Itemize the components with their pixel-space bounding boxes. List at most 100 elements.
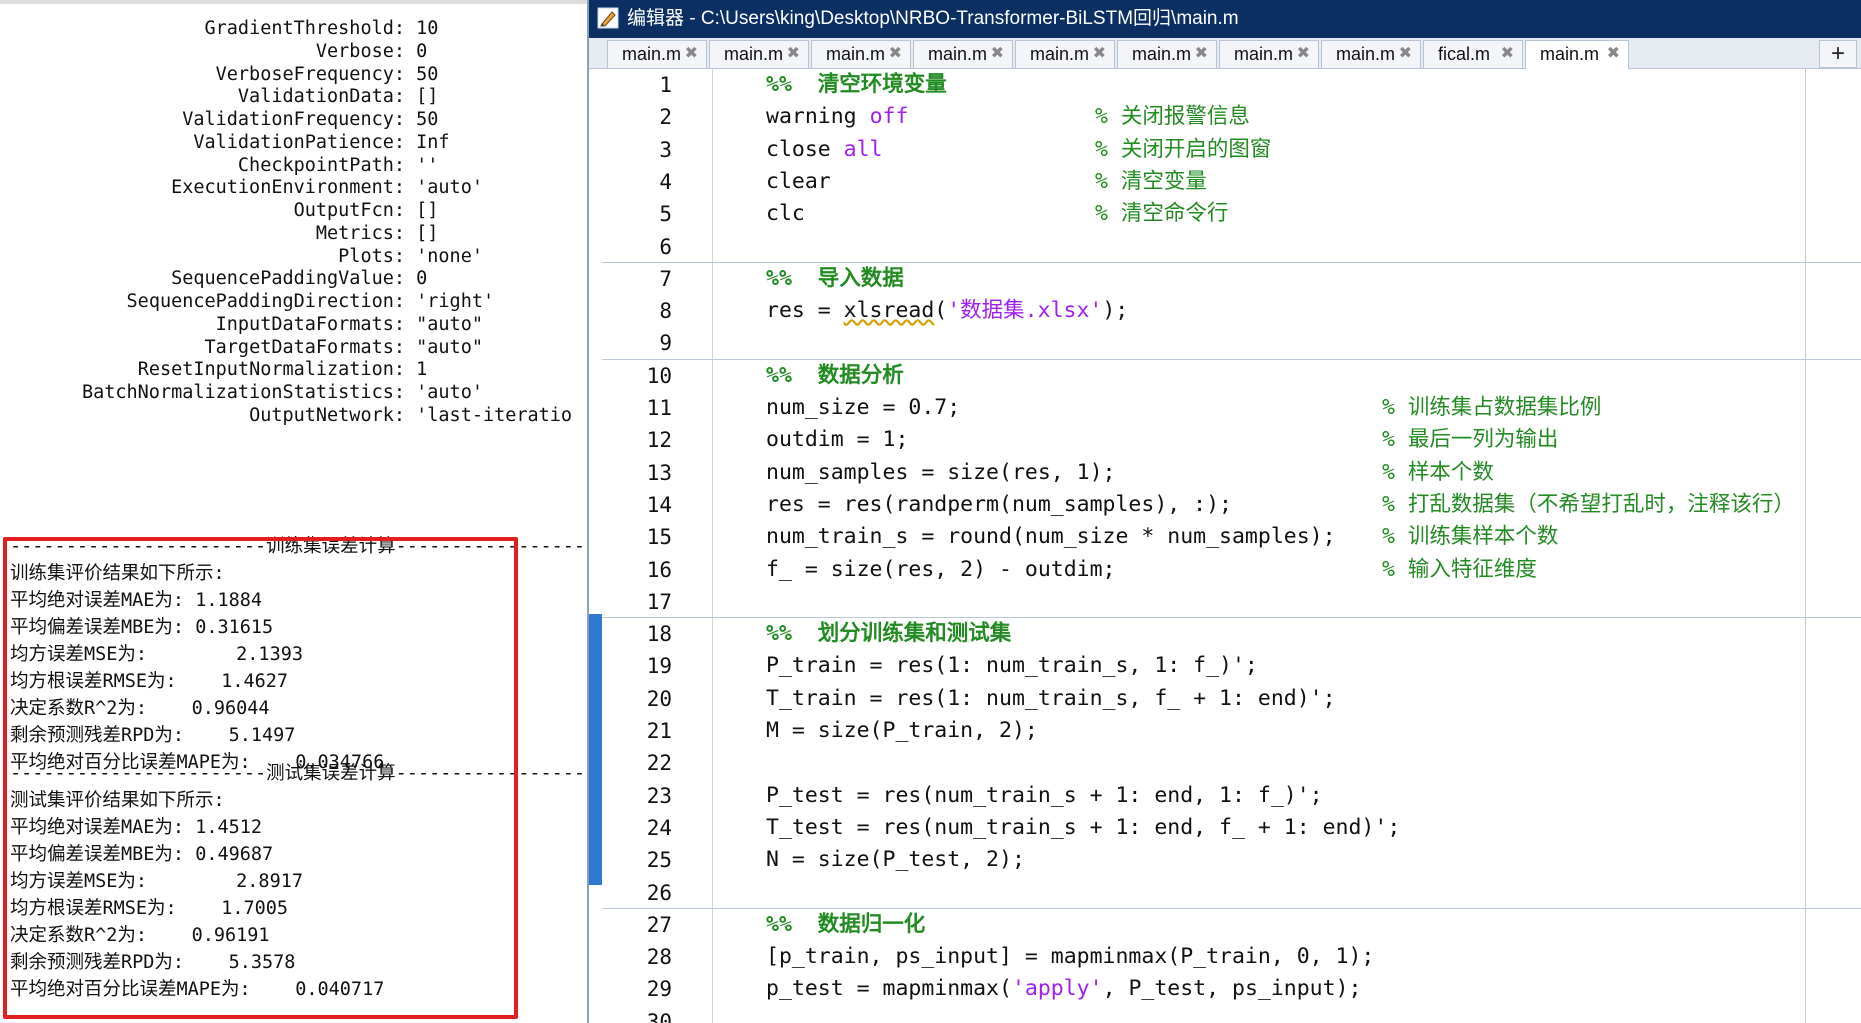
editor-tab[interactable]: main.m ✖ [1015,40,1115,68]
close-tab-icon[interactable]: ✖ [685,41,698,67]
results-highlight-box [3,537,518,1019]
editor-tab-label: main.m [1234,44,1294,64]
training-option-value: 50 [416,109,439,130]
code-text: res = xlsread('数据集.xlsx'); [766,298,1129,324]
editor-tab[interactable]: fical.m ✖ [1423,40,1523,68]
code-line[interactable]: 2 warning off % 关闭报警信息 [589,101,1861,134]
code-line[interactable]: 6 [589,231,1861,264]
editor-window[interactable]: 编辑器 - C:\Users\king\Desktop\NRBO-Transfo… [587,0,1861,1023]
close-tab-icon[interactable]: ✖ [991,41,1004,67]
editor-tab[interactable]: main.m ✖ [607,40,707,68]
new-tab-button[interactable]: + [1819,40,1857,68]
command-window[interactable]: GradientThreshold: 10 Verbose: 0 VerboseFr… [0,0,587,1023]
code-text: %% 导入数据 [766,265,904,291]
training-option-value: [] [416,222,439,244]
code-line[interactable]: 7 %% 导入数据 [589,263,1861,296]
editor-tab[interactable]: main.m ✖ [1117,40,1217,68]
code-line[interactable]: 17 [589,586,1861,619]
code-line[interactable]: 22 [589,747,1861,780]
line-number: 1 [659,73,672,97]
training-option-row: OutputNetwork: 'last-iteratio [0,402,572,429]
code-text: P_test = res(num_train_s + 1: end, 1: f_… [766,782,1323,808]
close-tab-icon[interactable]: ✖ [1297,41,1310,67]
code-line[interactable]: 5 clc % 清空命令行 [589,198,1861,231]
close-tab-icon[interactable]: ✖ [1399,41,1412,67]
line-number: 17 [646,589,672,614]
line-number: 6 [659,234,672,259]
line-number: 12 [646,428,672,453]
line-number: 23 [646,783,672,808]
code-comment: % 样本个数 [1382,459,1494,485]
editor-tab[interactable]: main.m ✖ [1525,40,1629,69]
line-number: 20 [646,686,672,711]
training-option-value: 'right' [416,291,495,312]
section-divider [602,358,1861,360]
code-line[interactable]: 15 num_train_s = round(num_size * num_sam… [589,521,1861,554]
editor-tab-label: main.m [1030,44,1090,64]
code-line[interactable]: 10 %% 数据分析 [589,360,1861,393]
training-option-value: 'none' [416,245,483,267]
close-tab-icon[interactable]: ✖ [1093,41,1106,67]
code-line[interactable]: 19 P_train = res(1: num_train_s, 1: f_)'; [589,650,1861,683]
line-number: 24 [646,815,672,840]
code-comment: % 关闭开启的图窗 [1095,136,1272,162]
code-line[interactable]: 30 [589,1006,1861,1023]
line-number: 28 [646,945,672,970]
code-line[interactable]: 24 T_test = res(num_train_s + 1: end, f_ … [589,812,1861,845]
editor-tab[interactable]: main.m ✖ [1321,40,1421,68]
code-text: P_train = res(1: num_train_s, 1: f_)'; [766,653,1258,679]
line-number: 8 [659,299,672,324]
code-line[interactable]: 29 p_test = mapminmax('apply', P_test, ps… [589,973,1861,1006]
code-text: clear [766,168,831,194]
code-comment: % 输入特征维度 [1382,556,1537,582]
close-tab-icon[interactable]: ✖ [1195,41,1208,67]
code-line[interactable]: 13 num_samples = size(res, 1); % 样本个数 [589,457,1861,490]
editor-tab[interactable]: main.m ✖ [1219,40,1319,68]
code-line[interactable]: 1 %% 清空环境变量 [589,69,1861,102]
code-line[interactable]: 8 res = xlsread('数据集.xlsx'); [589,295,1861,328]
editor-tab[interactable]: main.m ✖ [709,40,809,68]
code-line[interactable]: 27 %% 数据归一化 [589,909,1861,942]
editor-tab-label: main.m [724,44,784,64]
code-line[interactable]: 20 T_train = res(1: num_train_s, f_ + 1: … [589,683,1861,716]
code-line[interactable]: 14 res = res(randperm(num_samples), :); % … [589,489,1861,522]
editor-tab[interactable]: main.m ✖ [913,40,1013,68]
code-text: num_train_s = round(num_size * num_sampl… [766,524,1336,550]
line-number: 7 [659,266,672,291]
code-text: [p_train, ps_input] = mapminmax(P_train,… [766,944,1375,970]
code-text: num_samples = size(res, 1); [766,459,1116,485]
code-line[interactable]: 4 clear % 清空变量 [589,166,1861,199]
code-text: p_test = mapminmax('apply', P_test, ps_i… [766,976,1362,1002]
code-area[interactable]: 1 %% 清空环境变量 2 warning off % 关闭报警信息 3 close all… [589,69,1861,1023]
code-line[interactable]: 28 [p_train, ps_input] = mapminmax(P_trai… [589,941,1861,974]
code-line[interactable]: 3 close all % 关闭开启的图窗 [589,134,1861,167]
code-text: %% 数据分析 [766,362,904,388]
close-tab-icon[interactable]: ✖ [1607,41,1620,67]
code-line[interactable]: 12 outdim = 1; % 最后一列为输出 [589,424,1861,457]
code-line[interactable]: 21 M = size(P_train, 2); [589,715,1861,748]
code-line[interactable]: 23 P_test = res(num_train_s + 1: end, 1: … [589,780,1861,813]
code-line[interactable]: 11 num_size = 0.7; % 训练集占数据集比例 [589,392,1861,425]
code-line[interactable]: 9 [589,327,1861,360]
editor-tab[interactable]: main.m ✖ [811,40,911,68]
training-option-value: 1 [416,359,428,381]
training-option-value: '' [416,154,439,176]
editor-tab-label: main.m [1540,44,1600,64]
code-line[interactable]: 18 %% 划分训练集和测试集 [589,618,1861,651]
close-tab-icon[interactable]: ✖ [1501,41,1514,67]
line-number: 26 [646,880,672,905]
close-tab-icon[interactable]: ✖ [889,41,902,67]
code-line[interactable]: 26 [589,877,1861,910]
code-text: f_ = size(res, 2) - outdim; [766,556,1116,582]
code-line[interactable]: 25 N = size(P_test, 2); [589,844,1861,877]
code-comment: % 训练集样本个数 [1382,524,1559,550]
training-option-value: 'last-iteratio [416,404,573,426]
training-option-value: 'auto' [416,382,483,403]
line-number: 25 [646,848,672,873]
code-text: M = size(P_train, 2); [766,718,1038,743]
close-tab-icon[interactable]: ✖ [787,41,800,67]
code-line[interactable]: 16 f_ = size(res, 2) - outdim; % 输入特征维度 [589,554,1861,587]
code-text: %% 数据归一化 [766,911,926,937]
editor-tab-label: main.m [1132,44,1192,64]
code-text: %% 划分训练集和测试集 [766,621,1012,647]
